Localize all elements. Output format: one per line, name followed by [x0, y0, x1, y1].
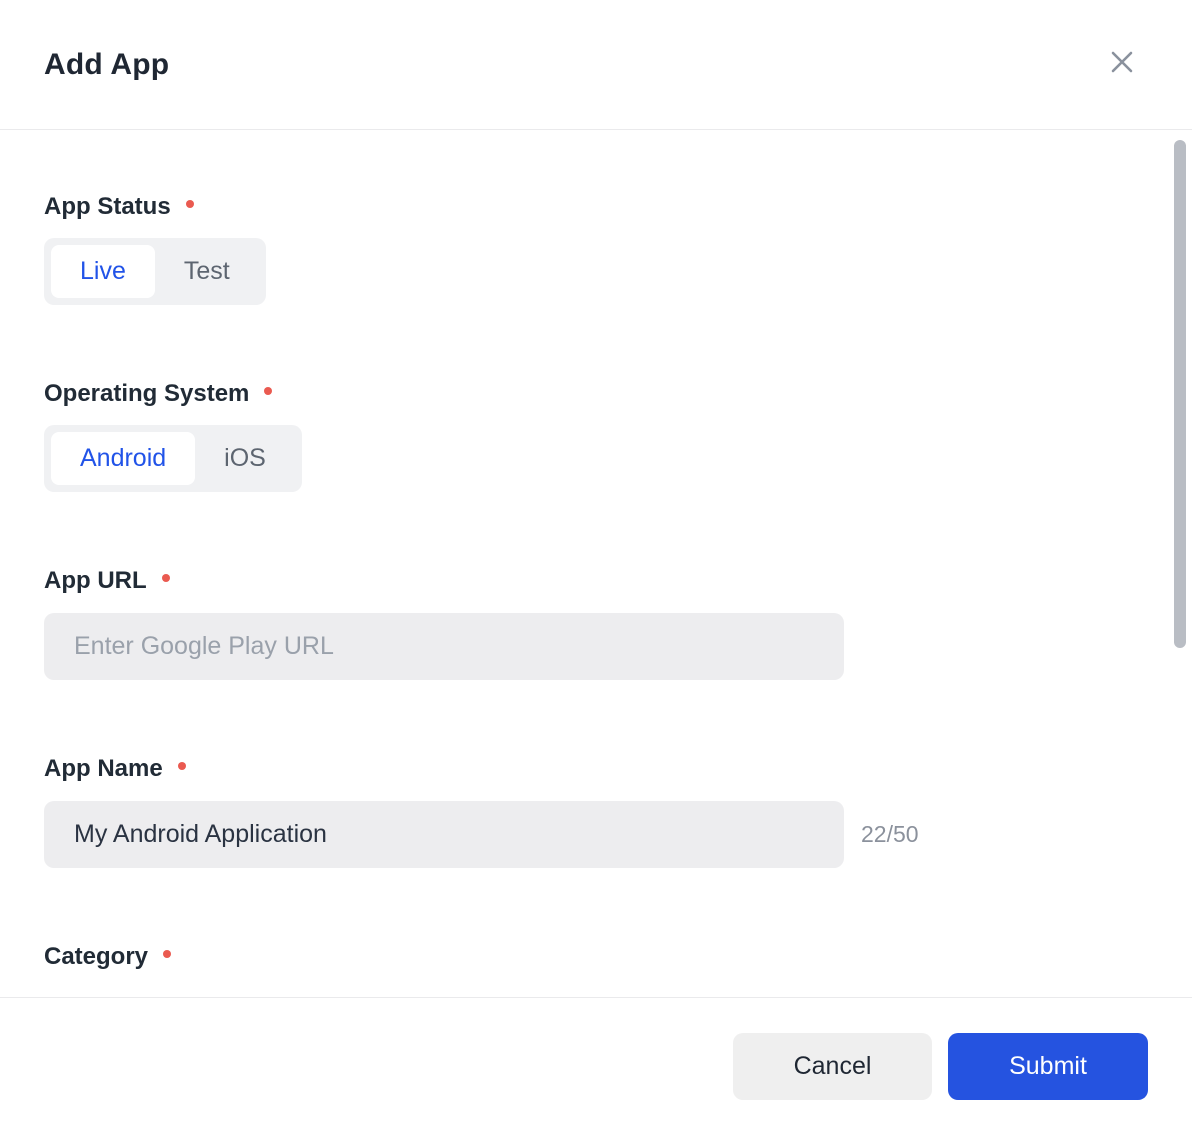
app-url-label-row: App URL	[44, 566, 1148, 596]
close-icon	[1109, 49, 1135, 80]
app-name-input[interactable]	[44, 801, 844, 868]
cancel-button[interactable]: Cancel	[733, 1033, 932, 1100]
os-option-android[interactable]: Android	[51, 432, 196, 485]
required-dot	[161, 574, 170, 582]
required-dot	[177, 762, 186, 770]
modal-header: Add App	[0, 0, 1192, 130]
operating-system-label: Operating System	[44, 380, 250, 407]
modal-title: Add App	[44, 47, 170, 81]
app-url-input[interactable]	[44, 613, 844, 680]
modal-body: App Status Live Test Operating System An…	[0, 131, 1192, 997]
app-name-input-row: 22/50	[44, 801, 1148, 868]
app-name-label: App Name	[44, 755, 163, 782]
category-label: Category	[44, 943, 149, 970]
add-app-modal: Add App App Status Live Test Operating S…	[0, 0, 1192, 1128]
app-status-option-live[interactable]: Live	[51, 245, 155, 298]
field-app-name: App Name 22/50	[44, 754, 1148, 868]
os-option-ios[interactable]: iOS	[195, 432, 295, 485]
operating-system-label-row: Operating System	[44, 379, 1148, 409]
app-url-label: App URL	[44, 567, 147, 594]
app-status-label-row: App Status	[44, 192, 1148, 222]
category-label-row: Category	[44, 942, 1148, 972]
required-dot	[163, 950, 172, 958]
field-app-url: App URL	[44, 566, 1148, 680]
submit-button[interactable]: Submit	[948, 1033, 1148, 1100]
operating-system-toggle: Android iOS	[44, 425, 302, 492]
app-status-toggle: Live Test	[44, 238, 266, 305]
required-dot	[185, 200, 194, 208]
scrollbar[interactable]	[1174, 140, 1186, 648]
field-app-status: App Status Live Test	[44, 192, 1148, 305]
char-counter: 22/50	[861, 821, 919, 847]
field-operating-system: Operating System Android iOS	[44, 379, 1148, 492]
required-dot	[264, 387, 273, 395]
modal-footer: Cancel Submit	[0, 997, 1192, 1128]
close-button[interactable]	[1104, 47, 1140, 83]
app-status-label: App Status	[44, 193, 171, 220]
field-category: Category	[44, 942, 1148, 972]
app-status-option-test[interactable]: Test	[155, 245, 259, 298]
app-url-input-row	[44, 613, 1148, 680]
app-name-label-row: App Name	[44, 754, 1148, 784]
